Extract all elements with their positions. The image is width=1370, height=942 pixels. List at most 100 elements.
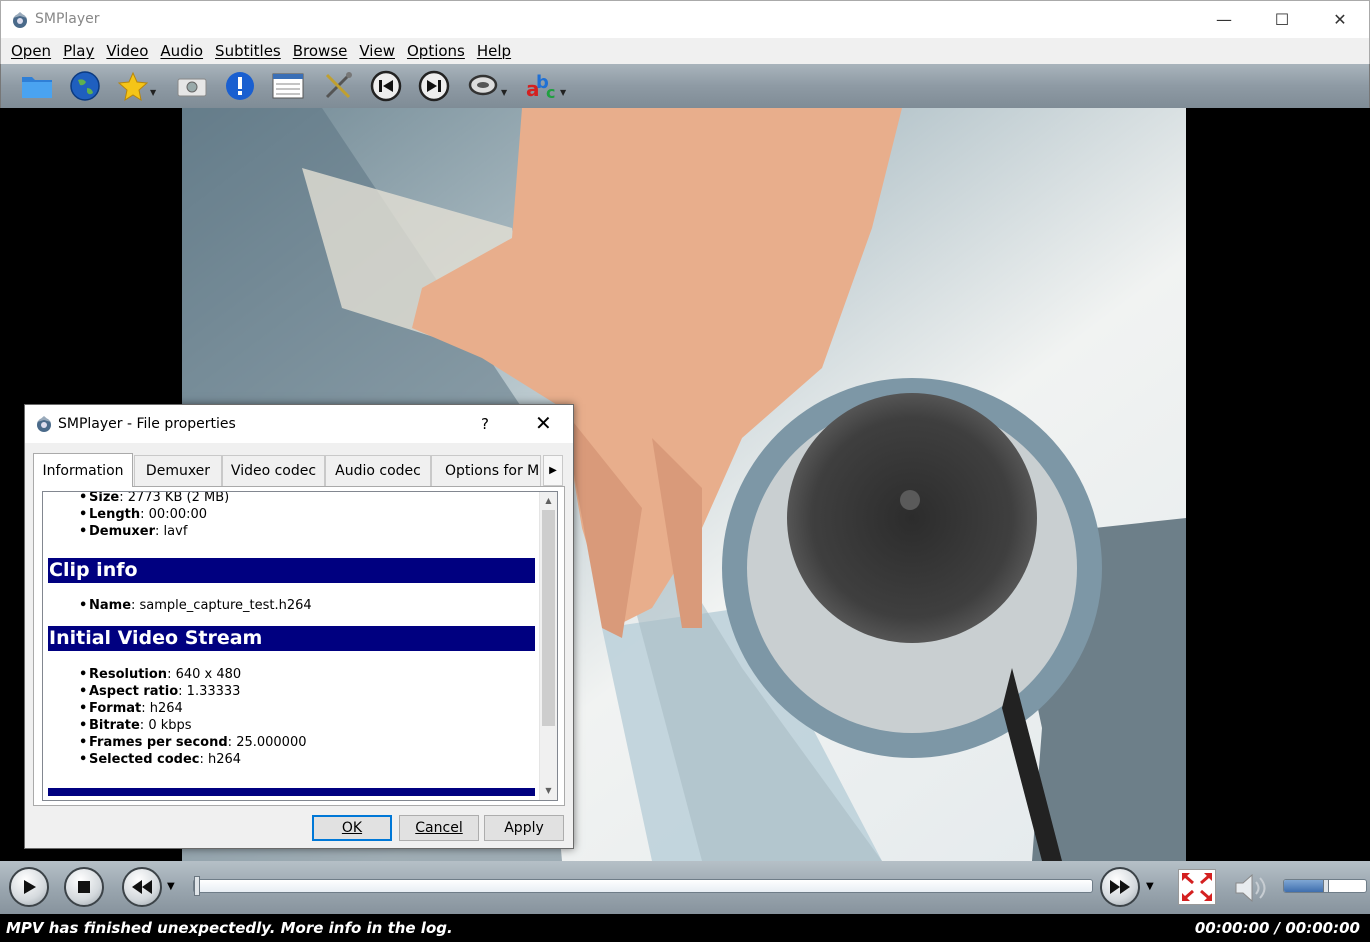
info-item: Aspect ratio: 1.33333 (79, 683, 539, 700)
stop-button[interactable] (64, 867, 104, 907)
apply-button[interactable]: Apply (484, 815, 564, 841)
minimize-button[interactable]: — (1195, 1, 1253, 37)
preferences-button[interactable] (319, 68, 357, 104)
fullscreen-button[interactable] (1178, 869, 1216, 905)
volume-slider[interactable] (1283, 879, 1367, 893)
favorites-button[interactable] (114, 68, 152, 104)
mute-button[interactable] (1232, 870, 1268, 906)
info-separator: : (119, 491, 128, 505)
info-value: 0 kbps (148, 718, 192, 733)
info-key: Format (89, 701, 142, 716)
menu-audio[interactable]: Audio (154, 42, 209, 60)
screenshot-button[interactable] (173, 68, 211, 104)
scroll-down-icon[interactable]: ▼ (540, 782, 557, 799)
subtitles-dropdown-icon[interactable]: ▼ (560, 88, 568, 97)
audio-track-dropdown-icon[interactable]: ▼ (501, 88, 509, 97)
tab-video-codec[interactable]: Video codec (222, 455, 325, 486)
help-button[interactable]: ? (481, 415, 489, 433)
info-icon (226, 72, 254, 100)
previous-button[interactable] (367, 68, 405, 104)
seek-handle[interactable] (194, 876, 200, 896)
stop-icon (78, 881, 90, 893)
video-stream-heading: Initial Video Stream (48, 626, 535, 651)
info-value: h264 (149, 701, 183, 716)
tab-scroll-right-icon[interactable]: ▶ (543, 455, 563, 486)
scroll-up-icon[interactable]: ▲ (540, 492, 557, 509)
info-text-box[interactable]: Size: 2773 KB (2 MB)Length: 00:00:00Demu… (42, 491, 558, 801)
scroll-thumb[interactable] (542, 510, 555, 726)
info-separator: : (199, 752, 209, 767)
menu-video[interactable]: Video (100, 42, 154, 60)
favorites-star-icon (117, 71, 149, 102)
info-separator: : (131, 598, 140, 613)
window-title: SMPlayer (35, 11, 100, 27)
menu-play[interactable]: Play (57, 42, 100, 60)
time-display: 00:00:00 / 00:00:00 (1194, 919, 1360, 937)
close-button[interactable]: ✕ (1311, 1, 1369, 37)
tab-information[interactable]: Information (33, 453, 133, 487)
menu-view[interactable]: View (353, 42, 401, 60)
open-url-button[interactable] (66, 68, 104, 104)
info-separator: : (140, 507, 149, 522)
info-separator: : (167, 667, 176, 682)
rewind-icon (132, 880, 152, 894)
toolbar: ▼ ▼ a b c ▼ (0, 64, 1370, 108)
info-item: Size: 2773 KB (2 MB) (79, 491, 539, 506)
rewind-dropdown-icon[interactable]: ▼ (167, 881, 175, 892)
dialog-title-bar: SMPlayer - File properties ? ✕ (25, 405, 573, 443)
audio-track-icon (468, 74, 498, 96)
forward-button[interactable] (1100, 867, 1140, 907)
info-key: Selected codec (89, 752, 200, 767)
next-button[interactable] (415, 68, 453, 104)
playlist-button[interactable] (269, 68, 307, 104)
menu-subtitles[interactable]: Subtitles (209, 42, 287, 60)
rewind-button[interactable] (122, 867, 162, 907)
tab-options-for-mplayer[interactable]: Options for MP (431, 455, 541, 486)
info-value: 25.000000 (236, 735, 307, 750)
info-key: Demuxer (89, 524, 156, 539)
dialog-close-button[interactable]: ✕ (535, 411, 552, 435)
menu-browse[interactable]: Browse (287, 42, 354, 60)
svg-text:c: c (546, 83, 555, 102)
smplayer-app-icon (37, 416, 51, 432)
maximize-button[interactable]: ☐ (1253, 1, 1311, 37)
menu-open[interactable]: Open (5, 42, 57, 60)
forward-dropdown-icon[interactable]: ▼ (1146, 881, 1154, 892)
menu-help[interactable]: Help (471, 42, 517, 60)
ok-button[interactable]: OK (312, 815, 392, 841)
menu-options[interactable]: Options (401, 42, 471, 60)
open-folder-button[interactable] (18, 68, 56, 104)
info-value: 2773 KB (2 MB) (127, 491, 230, 505)
tab-demuxer[interactable]: Demuxer (134, 455, 222, 486)
cancel-button[interactable]: Cancel (399, 815, 479, 841)
info-value: 640 x 480 (175, 667, 242, 682)
info-key: Bitrate (89, 718, 140, 733)
vertical-scrollbar[interactable]: ▲ ▼ (539, 492, 557, 800)
info-item: Demuxer: lavf (79, 523, 539, 540)
volume-handle[interactable] (1323, 880, 1329, 892)
info-item: Selected codec: h264 (79, 751, 539, 768)
menu-bar: Open Play Video Audio Subtitles Browse V… (0, 38, 1370, 64)
camera-icon (177, 78, 207, 97)
info-button[interactable] (221, 68, 259, 104)
tab-bar: Information Demuxer Video codec Audio co… (33, 453, 563, 487)
info-separator: : (155, 524, 164, 539)
info-key: Size (89, 491, 120, 505)
subtitles-button[interactable]: a b c (523, 68, 561, 104)
info-item: Format: h264 (79, 700, 539, 717)
clip-info-list: Name: sample_capture_test.h264 (43, 597, 539, 614)
audio-track-button[interactable] (464, 68, 502, 104)
info-separator: : (178, 684, 187, 699)
info-separator: : (141, 701, 150, 716)
info-value: lavf (163, 524, 188, 539)
tab-audio-codec[interactable]: Audio codec (325, 455, 431, 486)
info-key: Name (89, 598, 132, 613)
info-item: Frames per second: 25.000000 (79, 734, 539, 751)
info-value: h264 (208, 752, 242, 767)
preferences-tools-icon (325, 72, 352, 99)
seek-bar[interactable] (193, 876, 1093, 896)
favorites-dropdown-icon[interactable]: ▼ (150, 88, 158, 97)
next-section-heading (48, 788, 535, 796)
volume-level (1284, 880, 1326, 892)
play-button[interactable] (9, 867, 49, 907)
